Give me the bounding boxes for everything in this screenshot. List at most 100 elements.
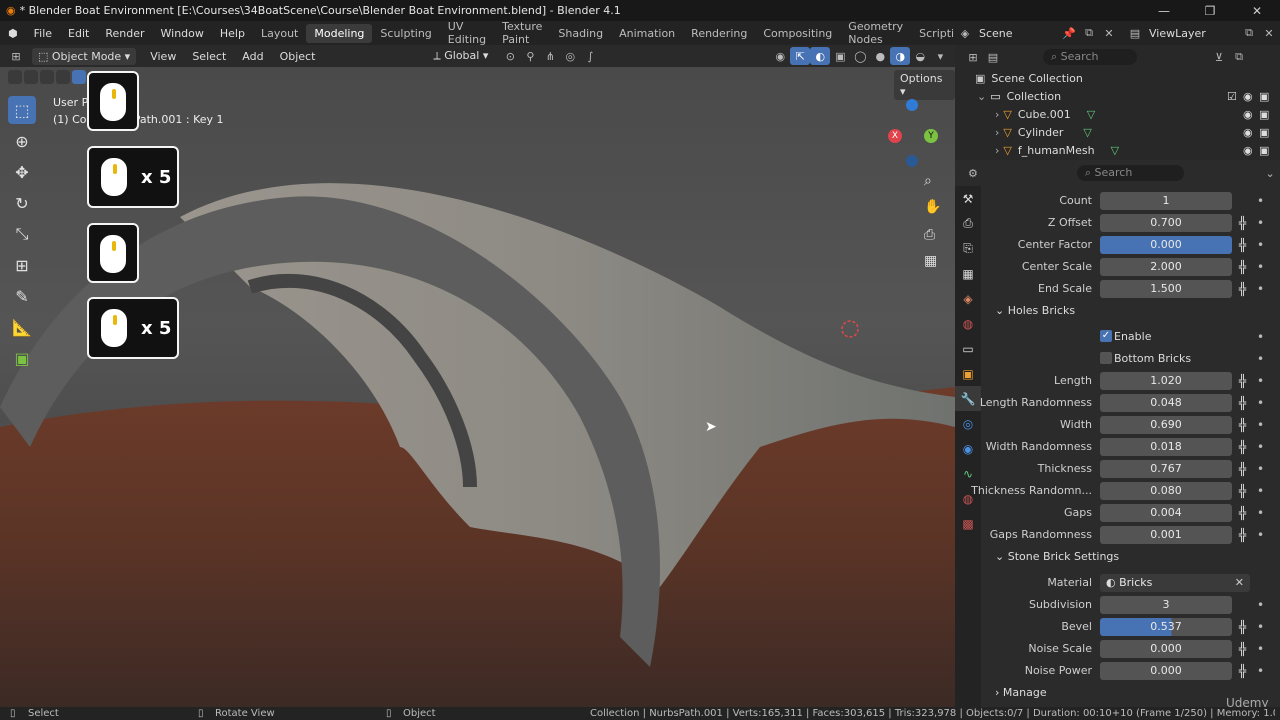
animate-dot-icon[interactable]: • — [1257, 352, 1264, 366]
length-field[interactable]: 1.020 — [1100, 372, 1232, 390]
move-tool-icon[interactable]: ✥ — [8, 158, 36, 186]
scene-name[interactable]: Scene — [979, 27, 1059, 40]
animate-dot-icon[interactable]: • — [1257, 664, 1264, 678]
select-subtract-icon[interactable] — [40, 70, 54, 84]
snap-target-icon[interactable]: ⋔ — [540, 47, 560, 65]
properties-options-icon[interactable]: ⌄ — [1260, 164, 1280, 182]
maximize-button[interactable]: ❐ — [1187, 0, 1233, 21]
center-scale-field[interactable]: 2.000 — [1100, 258, 1232, 276]
keyframe-icon[interactable]: ╬ — [1239, 261, 1251, 273]
xray-icon[interactable]: ▣ — [830, 47, 850, 65]
width-field[interactable]: 0.690 — [1100, 416, 1232, 434]
animate-dot-icon[interactable]: • — [1257, 330, 1264, 344]
orientation-dropdown[interactable]: ⟂ Global ▾ — [427, 47, 494, 65]
center-factor-field[interactable]: 0.000 — [1100, 236, 1232, 254]
pivot-icon[interactable]: ⊙ — [500, 47, 520, 65]
animate-dot-icon[interactable]: • — [1257, 396, 1264, 410]
workspace-tab-shading[interactable]: Shading — [550, 24, 611, 43]
animate-dot-icon[interactable]: • — [1257, 260, 1264, 274]
outliner-search-input[interactable]: ⌕ Search — [1043, 49, 1137, 65]
select-extend-icon[interactable] — [24, 70, 38, 84]
cursor-tool-icon[interactable]: ⊕ — [8, 127, 36, 155]
output-tab-icon[interactable]: ⎘ — [955, 236, 981, 261]
bottom-bricks-checkbox[interactable] — [1100, 352, 1112, 364]
menu-edit[interactable]: Edit — [60, 27, 97, 40]
modifier-tab-icon[interactable]: 🔧 — [955, 386, 981, 411]
visibility-icon[interactable]: ◉ — [770, 47, 790, 65]
select-box-tool-icon[interactable]: ⬚ — [8, 96, 36, 124]
section-manage[interactable]: › Manage — [995, 686, 1047, 699]
keyframe-icon[interactable]: ╬ — [1239, 217, 1251, 229]
animate-dot-icon[interactable]: • — [1257, 506, 1264, 520]
thickness-randomness-field[interactable]: 0.080 — [1100, 482, 1232, 500]
new-view-layer-icon[interactable]: ⧉ — [1239, 24, 1259, 42]
keyframe-icon[interactable]: ╬ — [1239, 643, 1251, 655]
keyframe-icon[interactable]: ╬ — [1239, 441, 1251, 453]
keyframe-icon[interactable]: ╬ — [1239, 239, 1251, 251]
camera-icon[interactable]: ▣ — [1259, 108, 1269, 121]
animate-dot-icon[interactable]: • — [1257, 620, 1264, 634]
width-randomness-field[interactable]: 0.018 — [1100, 438, 1232, 456]
view-layer-name[interactable]: ViewLayer — [1149, 27, 1239, 40]
workspace-tab-layout[interactable]: Layout — [253, 24, 306, 43]
shading-rendered-icon[interactable]: ◒ — [910, 47, 930, 65]
section-holes-bricks[interactable]: ⌄ Holes Bricks — [995, 304, 1075, 317]
viewport-menu-view[interactable]: View — [142, 50, 184, 63]
keyframe-icon[interactable]: ╬ — [1239, 665, 1251, 677]
particles-tab-icon[interactable]: ◎ — [955, 411, 981, 436]
keyframe-icon[interactable]: ╬ — [1239, 463, 1251, 475]
menu-help[interactable]: Help — [212, 27, 253, 40]
properties-editor-icon[interactable]: ⚙ — [963, 164, 983, 182]
view-layer-tab-icon[interactable]: ▦ — [955, 261, 981, 286]
world-tab-icon[interactable]: ◍ — [955, 311, 981, 336]
shading-wireframe-icon[interactable]: ◯ — [850, 47, 870, 65]
keyframe-icon[interactable]: ╬ — [1239, 507, 1251, 519]
keyframe-icon[interactable]: ╬ — [1239, 529, 1251, 541]
snap-icon[interactable]: ⚲ — [520, 47, 540, 65]
animate-dot-icon[interactable]: • — [1257, 282, 1264, 296]
camera-icon[interactable]: ▣ — [1259, 90, 1269, 103]
workspace-tab-modeling[interactable]: Modeling — [306, 23, 373, 43]
delete-scene-icon[interactable]: ✕ — [1099, 24, 1119, 42]
shading-options-icon[interactable]: ▾ — [930, 47, 950, 65]
close-window-button[interactable]: ✕ — [1234, 0, 1280, 21]
filter-icon[interactable]: ⊻ — [1209, 48, 1229, 66]
new-collection-icon[interactable]: ⧉ — [1229, 48, 1249, 66]
viewport-menu-add[interactable]: Add — [234, 50, 271, 63]
workspace-tab-rendering[interactable]: Rendering — [683, 24, 755, 43]
animate-dot-icon[interactable]: • — [1257, 484, 1264, 498]
add-cube-tool-icon[interactable]: ▣ — [8, 344, 36, 372]
animate-dot-icon[interactable]: • — [1257, 462, 1264, 476]
neg-z-axis-handle[interactable] — [906, 155, 918, 167]
camera-icon[interactable]: ▣ — [1259, 126, 1269, 139]
workspace-tab-animation[interactable]: Animation — [611, 24, 683, 43]
animate-dot-icon[interactable]: • — [1257, 598, 1264, 612]
scene-icon[interactable]: ◈ — [955, 24, 975, 42]
proportional-edit-icon[interactable]: ◎ — [560, 47, 580, 65]
measure-tool-icon[interactable]: 📐 — [8, 313, 36, 341]
keyframe-icon[interactable]: ╬ — [1239, 419, 1251, 431]
y-axis-handle[interactable]: Y — [924, 129, 938, 143]
falloff-icon[interactable]: ∫ — [580, 47, 600, 65]
data-tab-icon[interactable]: ∿ — [955, 461, 981, 486]
viewport-menu-select[interactable]: Select — [184, 50, 234, 63]
eye-icon[interactable]: ◉ — [1243, 90, 1253, 103]
transform-tool-icon[interactable]: ⊞ — [8, 251, 36, 279]
pin-scene-icon[interactable]: 📌 — [1059, 24, 1079, 42]
gaps-randomness-field[interactable]: 0.001 — [1100, 526, 1232, 544]
delete-view-layer-icon[interactable]: ✕ — [1259, 24, 1279, 42]
gaps-field[interactable]: 0.004 — [1100, 504, 1232, 522]
keyframe-icon[interactable]: ╬ — [1239, 485, 1251, 497]
section-stone-brick-settings[interactable]: ⌄ Stone Brick Settings — [995, 550, 1119, 563]
x-axis-handle[interactable]: X — [888, 129, 902, 143]
viewport-3d[interactable]: User Pe (1) Coll sPath.001 : Key 1 x 5 x… — [0, 67, 955, 707]
zoom-icon[interactable]: ⌕ — [924, 173, 932, 189]
material-field[interactable]: ◐ Bricks ✕ — [1100, 574, 1250, 592]
expand-chevron-icon[interactable]: › — [995, 126, 999, 139]
select-intersect-icon[interactable] — [72, 70, 86, 84]
navigation-gizmo[interactable]: X Y — [884, 97, 944, 167]
outliner-row-scene-collection[interactable]: ▣ Scene Collection — [955, 69, 1280, 87]
end-scale-field[interactable]: 1.500 — [1100, 280, 1232, 298]
display-mode-icon[interactable]: ▤ — [983, 48, 1003, 66]
noise-power-field[interactable]: 0.000 — [1100, 662, 1232, 680]
